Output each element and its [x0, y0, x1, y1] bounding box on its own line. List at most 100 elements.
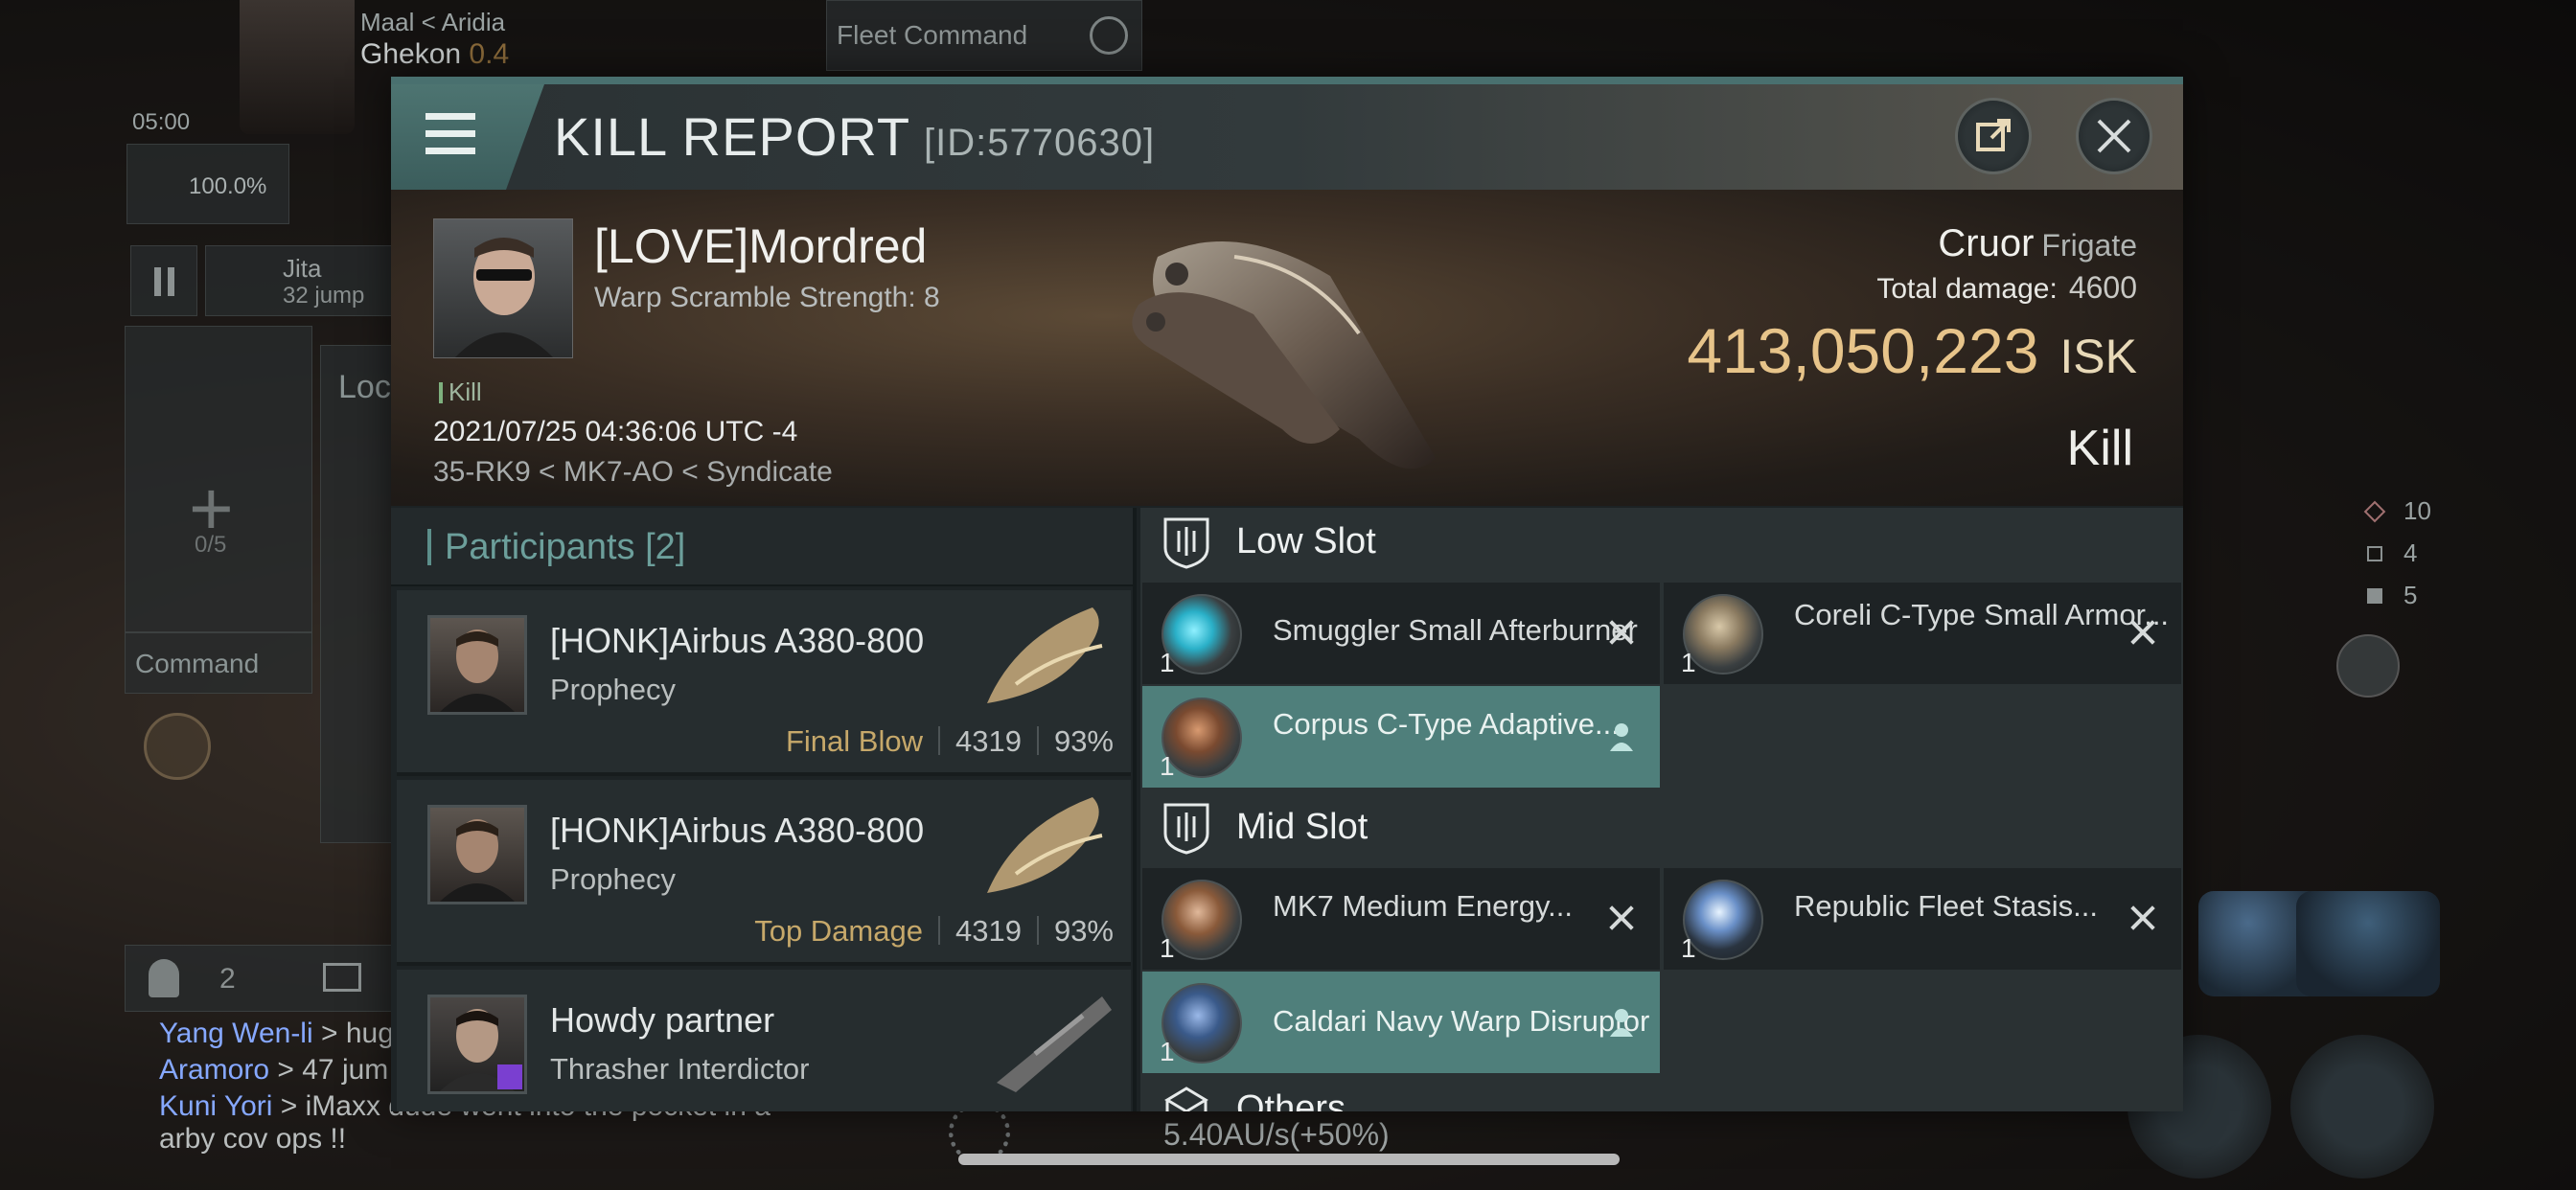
participant-damage: 4319: [954, 914, 1022, 948]
others-header: Others: [1140, 1075, 2183, 1111]
victim-header: [LOVE]Mordred Warp Scramble Strength: 8 …: [391, 190, 2183, 506]
pause-button[interactable]: [130, 245, 197, 316]
module-item[interactable]: 1 Smuggler Small Afterburner: [1142, 583, 1660, 684]
participant-ship: Prophecy: [550, 673, 676, 706]
total-damage: Total damage: 4600: [1876, 270, 2137, 305]
others-icon: [1164, 1087, 1208, 1111]
module-name: Smuggler Small Afterburner: [1273, 613, 1638, 647]
hud-system-name[interactable]: Ghekon: [360, 38, 461, 70]
final-blow-tag: Final Blow: [785, 724, 923, 758]
command-button[interactable]: Command: [125, 632, 312, 694]
module-name: Caldari Navy Warp Disruptor: [1273, 1004, 1650, 1038]
close-button[interactable]: [2076, 98, 2152, 174]
module-item[interactable]: 1 Republic Fleet Stasis...: [1664, 868, 2181, 970]
share-button[interactable]: [1955, 98, 2032, 174]
eye-icon[interactable]: [2336, 634, 2400, 698]
participant-ship-image: [987, 797, 1103, 893]
destroyed-icon: [1604, 901, 1639, 935]
module-qty: 1: [1160, 1037, 1175, 1066]
destroyed-icon: [2126, 901, 2160, 935]
local-panel[interactable]: Loc: [320, 345, 393, 843]
participant-ship-image: [987, 607, 1103, 703]
participant-portrait: [427, 615, 527, 715]
mid-slot-icon: [1163, 803, 1209, 855]
victim-ship-image: [1132, 241, 1436, 469]
participant-stats: Final Blow 4319 93%: [786, 724, 1114, 759]
module-qty: 1: [1160, 751, 1175, 781]
participants-count: [2]: [645, 527, 686, 567]
speed-readout: 5.40AU/s(+50%): [1163, 1117, 1390, 1152]
pilot-avatar[interactable]: [240, 0, 355, 134]
weapon-module-icon[interactable]: [2296, 891, 2440, 996]
hud-region-sub: Aridia: [441, 8, 506, 36]
local-count: 2: [219, 963, 236, 995]
module-item[interactable]: 1 MK7 Medium Energy...: [1142, 868, 1660, 970]
participant-row[interactable]: [HONK]Airbus A380-800 Prophecy Final Blo…: [397, 590, 1131, 776]
participant-name: [HONK]Airbus A380-800: [550, 811, 925, 850]
participant-name: Howdy partner: [550, 1000, 775, 1040]
cargo-indicator[interactable]: 100.0%: [126, 144, 289, 224]
isk-unit: ISK: [2059, 330, 2137, 383]
kill-tag: Kill: [439, 378, 482, 407]
overview-stats: 10 4 5: [2354, 496, 2576, 623]
participant-name: [HONK]Airbus A380-800: [550, 621, 925, 660]
title-bar: KILL REPORT [ID:5770630]: [391, 84, 2183, 190]
participant-portrait: [427, 995, 527, 1094]
victim-ship-class: Frigate: [2041, 228, 2137, 263]
hud-local-time: 05:00: [132, 109, 191, 135]
module-qty: 1: [1681, 648, 1696, 677]
share-icon: [1976, 119, 2011, 151]
targeting-circle-icon[interactable]: [144, 713, 211, 780]
hud-region-arrow: <: [421, 8, 436, 36]
route-destination[interactable]: Jita 32 jump: [205, 245, 397, 316]
module-item[interactable]: 1 Coreli C-Type Small Armor...: [1664, 583, 2181, 684]
warp-scramble-strength: Warp Scramble Strength: 8: [594, 282, 940, 313]
close-icon: [2097, 119, 2131, 153]
participants-header: Participants [2]: [391, 508, 1133, 586]
home-indicator[interactable]: [958, 1154, 1620, 1165]
low-slot-icon: [1163, 517, 1209, 569]
route-dest-name: Jita: [283, 254, 322, 283]
mail-icon: [323, 963, 361, 992]
participant-stats: Top Damage 4319 93%: [754, 914, 1114, 949]
hamburger-icon: [426, 113, 475, 120]
participant-row[interactable]: Howdy partner Thrasher Interdictor: [397, 970, 1131, 1111]
participant-ship-image: [997, 996, 1112, 1092]
module-item[interactable]: 1 Caldari Navy Warp Disruptor: [1142, 972, 1660, 1073]
local-chat-bar[interactable]: 2: [125, 945, 393, 1012]
victim-face-image: [455, 238, 553, 357]
participant-row[interactable]: [HONK]Airbus A380-800 Prophecy Top Damag…: [397, 780, 1131, 966]
menu-button[interactable]: [391, 84, 544, 190]
module-qty: 1: [1160, 933, 1175, 963]
hud-security: 0.4: [469, 38, 510, 70]
stat-icon: [2367, 588, 2382, 604]
participant-ship: Thrasher Interdictor: [550, 1052, 810, 1086]
module-name: Corpus C-Type Adaptive...: [1273, 707, 1620, 741]
module-name: Coreli C-Type Small Armor...: [1794, 598, 2170, 631]
isk-value: 413,050,223 ISK: [1687, 315, 2137, 386]
victim-ship-name[interactable]: Cruor Frigate: [1938, 222, 2137, 265]
clock-icon: [1090, 16, 1128, 55]
participants-panel[interactable]: Participants [2] [HONK]Airbus A380-800 P…: [391, 508, 1137, 1111]
mid-slot-header: Mid Slot: [1140, 793, 2183, 866]
people-icon: [149, 959, 179, 997]
dropped-person-icon: [1610, 1009, 1633, 1037]
stat-icon: [2363, 500, 2386, 523]
participant-damage-pct: 93%: [1053, 724, 1114, 758]
fittings-panel[interactable]: Low Slot 1 Smuggler Small Afterburner 1 …: [1140, 508, 2183, 1111]
squad-panel[interactable]: + 0/5: [125, 326, 312, 632]
module-button[interactable]: [2290, 1035, 2434, 1179]
module-name: Republic Fleet Stasis...: [1794, 889, 2099, 923]
participants-title: Participants: [445, 527, 635, 567]
report-id: [ID:5770630]: [924, 122, 1156, 164]
victim-portrait[interactable]: [433, 218, 573, 358]
kill-location[interactable]: 35-RK9 < MK7-AO < Syndicate: [433, 456, 833, 489]
module-name: MK7 Medium Energy...: [1273, 889, 1573, 923]
stat-icon: [2367, 546, 2382, 561]
fleet-command-button[interactable]: Fleet Command: [826, 0, 1142, 71]
module-item[interactable]: 1 Corpus C-Type Adaptive...: [1142, 686, 1660, 788]
participant-ship: Prophecy: [550, 862, 676, 896]
top-damage-tag: Top Damage: [754, 914, 923, 948]
victim-name[interactable]: [LOVE]Mordred: [594, 218, 927, 274]
total-damage-value: 4600: [2068, 270, 2137, 305]
